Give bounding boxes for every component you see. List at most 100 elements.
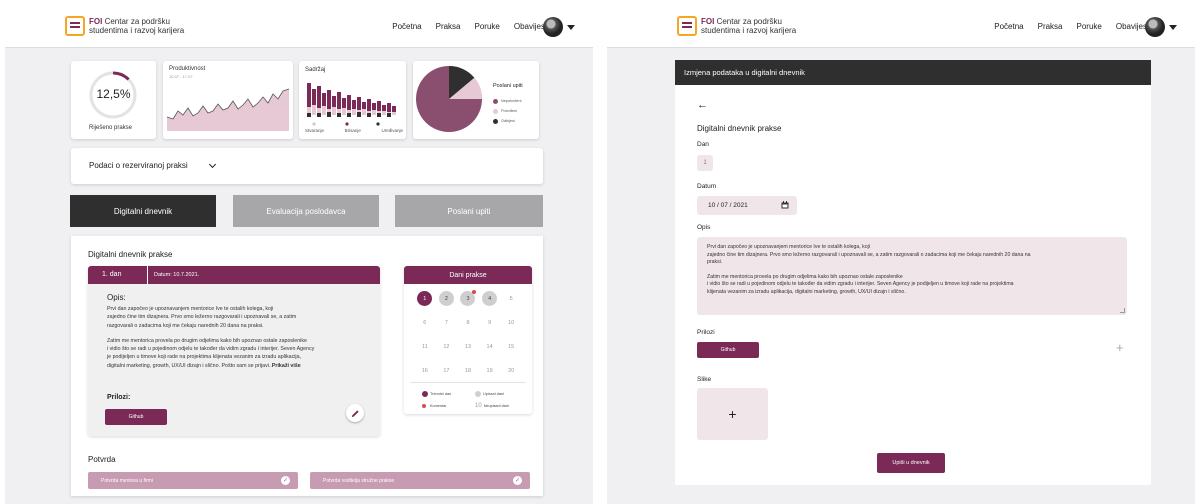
tab-digitalni-dnevnik[interactable]: Digitalni dnevnik <box>70 195 216 227</box>
calendar-day-10[interactable]: 10 <box>504 315 519 330</box>
slike-label: Slike <box>697 376 712 383</box>
chevron-down-icon[interactable] <box>567 25 575 30</box>
calendar-legend: Trenutni dan Upisani dani Komentar 10 Neu… <box>422 388 532 412</box>
back-arrow-icon[interactable]: ← <box>697 99 708 111</box>
add-attachment-icon[interactable]: + <box>1116 340 1124 355</box>
queries-title: Poslani upiti <box>493 83 523 89</box>
chevron-down-icon <box>208 160 217 169</box>
calendar-day-14[interactable]: 14 <box>482 339 497 354</box>
calendar-day-13[interactable]: 13 <box>460 339 475 354</box>
legend-current-dot <box>422 391 428 397</box>
legend-dot-odbijeni <box>493 118 498 124</box>
chat-logo-icon <box>65 16 85 36</box>
nav-link-poruke[interactable]: Poruke <box>475 22 500 31</box>
diary-text-line: digitalni marketing, growth, UX/UI dizaj… <box>107 362 272 369</box>
logo-bold: FOI <box>701 17 715 26</box>
reservation-dropdown[interactable]: Podaci o rezerviranoj praksi <box>71 148 543 184</box>
github-attachment-button[interactable]: Github <box>105 409 167 425</box>
diary-text-line: zajedno čine tim dizajnera. Prvo smo lež… <box>107 314 297 321</box>
chat-logo-icon <box>677 16 697 36</box>
foi-logo[interactable]: FOI Centar za podršku studentima i razvo… <box>65 16 184 36</box>
calendar-days: 1 2 3 4 5 6 7 8 9 10 11 12 13 14 15 16 17 18 19 20 <box>414 290 522 378</box>
comment-indicator <box>472 290 477 294</box>
submit-button[interactable]: Upiši u dnevnik <box>877 453 945 473</box>
calendar-day-8[interactable]: 8 <box>460 315 475 330</box>
tab-evaluacija-poslodavca[interactable]: Evaluacija poslodavca <box>233 195 379 227</box>
productivity-sparkline <box>166 88 290 131</box>
calendar-day-19[interactable]: 19 <box>482 363 497 378</box>
calendar-day-17[interactable]: 17 <box>439 363 454 378</box>
dashboard-panel: FOI Centar za podršku studentima i razvo… <box>5 8 593 504</box>
calendar-day-9[interactable]: 9 <box>482 315 497 330</box>
diary-text-line: i vidio što se radi u pojedinom odjelu t… <box>107 346 315 353</box>
diary-text-line: razgovarali o zadacima koji me čekaju na… <box>107 322 264 329</box>
calendar-title: Dani prakse <box>404 266 532 284</box>
user-avatar[interactable] <box>1145 17 1165 37</box>
nav-link-pocetna[interactable]: Početna <box>994 22 1023 31</box>
confirm-lead-label: Potvrda voditelja stručne prakse <box>323 478 395 484</box>
calendar-day-3[interactable]: 3 <box>460 290 477 306</box>
opis-line: Zatim me mentorica provela po drugim odj… <box>707 273 903 280</box>
calendar-day-2[interactable]: 2 <box>438 291 454 306</box>
opis-text: Prvi dan započeo je upoznavanjem mentori… <box>707 244 1122 297</box>
nav-link-poruke[interactable]: Poruke <box>1077 22 1102 31</box>
legend-missing-count: 10 <box>475 403 482 409</box>
legend-comment-label: Komentar <box>430 404 447 408</box>
chevron-down-icon[interactable] <box>1169 25 1177 30</box>
legend-uredivanje: Uređivanje <box>381 128 403 133</box>
user-avatar[interactable] <box>543 17 563 37</box>
edit-button[interactable] <box>346 404 364 422</box>
diary-entry-card: 1. dan Datum: 10.7.2021. Opis: Prvi dan … <box>88 266 380 436</box>
legend-nepotvrdeni: Nepotvrđeni <box>501 99 522 103</box>
calendar-day-4[interactable]: 4 <box>482 291 498 306</box>
diary-date-label: Datum: 10.7.2021. <box>154 272 200 278</box>
top-navbar: FOI Centar za podršku studentima i razvo… <box>5 8 593 48</box>
tab-poslani-upiti[interactable]: Poslani upiti <box>395 195 543 227</box>
calendar-day-11[interactable]: 11 <box>417 339 432 354</box>
calendar-divider <box>410 382 526 383</box>
confirm-lead-button[interactable]: Potvrda voditelja stručne prakse ✓ <box>310 472 530 489</box>
calendar-day-12[interactable]: 12 <box>439 339 454 354</box>
resize-handle[interactable] <box>1120 308 1125 313</box>
calendar-day-6[interactable]: 6 <box>417 315 432 330</box>
nav-link-praksa[interactable]: Praksa <box>436 22 461 31</box>
diary-section-title: Digitalni dnevnik prakse <box>88 250 173 259</box>
calendar-icon[interactable] <box>781 201 789 209</box>
logo-line2: studentima i razvoj karijera <box>701 26 797 35</box>
opis-textarea[interactable]: Prvi dan započeo je upoznavanjem mentori… <box>697 237 1127 315</box>
check-icon: ✓ <box>281 476 290 485</box>
confirm-mentor-button[interactable]: Potvrda mentora u firmi ✓ <box>88 472 298 489</box>
nav-link-praksa[interactable]: Praksa <box>1038 22 1063 31</box>
dan-field[interactable]: 1 <box>697 155 713 171</box>
legend-dot-potvrdeni <box>493 108 498 114</box>
queries-card: Poslani upiti Nepotvrđeni Potvrđeni Odbi… <box>413 61 539 139</box>
opis-line: zajedno čine tim dizajnera. Prvo smo lež… <box>707 251 1031 258</box>
legend-potvrdeni: Potvrđeni <box>501 109 518 113</box>
legend-comment-dot <box>422 404 426 408</box>
legend-stvaranje: Stvaranje <box>305 128 325 133</box>
top-navbar: FOI Centar za podršku studentima i razvo… <box>607 8 1195 48</box>
calendar-day-1[interactable]: 1 <box>417 291 433 306</box>
calendar-day-7[interactable]: 7 <box>439 315 454 330</box>
foi-logo[interactable]: FOI Centar za podršku studentima i razvo… <box>677 16 796 36</box>
add-image-button[interactable]: + <box>697 388 768 440</box>
diary-text-line: Prvi dan započeo je upoznavanjem mentori… <box>107 306 274 312</box>
calendar-day-16[interactable]: 16 <box>417 363 432 378</box>
logo-line1: Centar za podršku <box>104 17 170 26</box>
show-more-link[interactable]: Prikaži više <box>272 363 301 369</box>
reservation-label: Podaci o rezerviranoj praksi <box>89 161 188 170</box>
legend-done-dot <box>475 391 481 397</box>
nav-link-pocetna[interactable]: Početna <box>392 22 421 31</box>
logo-line1: Centar za podršku <box>716 17 782 26</box>
calendar-day-18[interactable]: 18 <box>460 363 475 378</box>
diary-text-line: je podijeljen u timove koji rade na proj… <box>107 354 302 361</box>
logo-text: FOI Centar za podršku studentima i razvo… <box>701 17 796 35</box>
calendar-day-20[interactable]: 20 <box>504 363 519 378</box>
legend-brisanje: Brisanje <box>344 128 361 133</box>
calendar-day-15[interactable]: 15 <box>504 339 519 354</box>
datum-field[interactable]: 10 / 07 / 2021 <box>697 196 797 215</box>
legend-current-label: Trenutni dan <box>430 392 452 396</box>
calendar-day-5[interactable]: 5 <box>504 291 519 306</box>
github-attachment-button[interactable]: Github <box>697 342 759 358</box>
confirm-mentor-label: Potvrda mentora u firmi <box>101 478 153 484</box>
